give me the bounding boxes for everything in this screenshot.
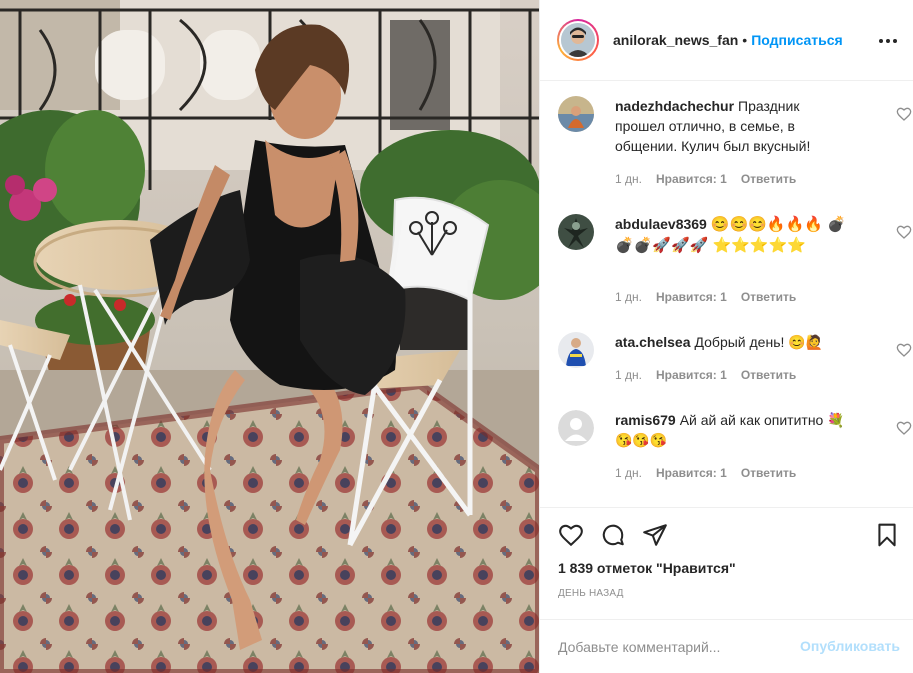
comment-username[interactable]: ramis679 xyxy=(615,412,676,428)
comment-meta: 1 дн. Нравится: 1 Ответить xyxy=(615,466,810,480)
add-comment-bar: Опубликовать xyxy=(540,619,913,673)
comment-icon[interactable] xyxy=(600,522,626,548)
comment-avatar[interactable] xyxy=(558,410,594,446)
comment-time[interactable]: 1 дн. xyxy=(615,466,642,480)
comment-username[interactable]: ata.chelsea xyxy=(615,334,691,350)
comment-meta: 1 дн. Нравится: 1 Ответить xyxy=(615,290,810,304)
bookmark-icon[interactable] xyxy=(874,522,900,548)
comment-likes[interactable]: Нравится: 1 xyxy=(656,290,727,304)
reply-button[interactable]: Ответить xyxy=(741,172,796,186)
comment-username[interactable]: abdulaev8369 xyxy=(615,216,707,232)
heart-icon[interactable] xyxy=(896,106,912,122)
post-header: anilorak_news_fan • Подписаться xyxy=(540,0,913,81)
comment-likes[interactable]: Нравится: 1 xyxy=(656,172,727,186)
likes-count[interactable]: 1 839 отметок "Нравится" xyxy=(558,560,736,576)
post-actions: 1 839 отметок "Нравится" ДЕНЬ НАЗАД xyxy=(540,507,913,627)
author-avatar-image xyxy=(561,23,595,57)
comment-likes[interactable]: Нравится: 1 xyxy=(656,368,727,382)
post-photo[interactable] xyxy=(0,0,539,673)
comment-likes[interactable]: Нравится: 1 xyxy=(656,466,727,480)
heart-icon[interactable] xyxy=(558,522,584,548)
comment-time[interactable]: 1 дн. xyxy=(615,368,642,382)
comment-username[interactable]: nadezhdachechur xyxy=(615,98,734,114)
comment-meta: 1 дн. Нравится: 1 Ответить xyxy=(615,368,810,382)
comment-time[interactable]: 1 дн. xyxy=(615,172,642,186)
reply-button[interactable]: Ответить xyxy=(741,466,796,480)
author-username[interactable]: anilorak_news_fan xyxy=(613,32,738,48)
comment-avatar[interactable] xyxy=(558,96,594,132)
comment-avatar[interactable] xyxy=(558,214,594,250)
comments-list[interactable]: nadezhdachechur Праздник прошел отлично, … xyxy=(540,82,913,507)
comment-avatar[interactable] xyxy=(558,332,594,368)
comment-input[interactable] xyxy=(558,638,788,655)
reply-button[interactable]: Ответить xyxy=(741,290,796,304)
post-modal: anilorak_news_fan • Подписаться nadezhda… xyxy=(0,0,913,673)
photo-illustration xyxy=(0,0,539,673)
heart-icon[interactable] xyxy=(896,420,912,436)
post-comment-button[interactable]: Опубликовать xyxy=(800,638,900,654)
heart-icon[interactable] xyxy=(896,224,912,240)
header-separator: • xyxy=(742,32,748,48)
post-side-panel: anilorak_news_fan • Подписаться nadezhda… xyxy=(539,0,913,673)
paper-plane-icon[interactable] xyxy=(642,522,668,548)
comment-text: Добрый день! 😊🙋 xyxy=(694,334,824,350)
post-date[interactable]: ДЕНЬ НАЗАД xyxy=(558,588,624,599)
follow-button[interactable]: Подписаться xyxy=(751,32,843,48)
comment-meta: 1 дн. Нравится: 1 Ответить xyxy=(615,172,810,186)
comment-time[interactable]: 1 дн. xyxy=(615,290,642,304)
ellipsis-icon[interactable] xyxy=(876,29,900,53)
author-avatar[interactable] xyxy=(557,19,599,61)
heart-icon[interactable] xyxy=(896,342,912,358)
reply-button[interactable]: Ответить xyxy=(741,368,796,382)
